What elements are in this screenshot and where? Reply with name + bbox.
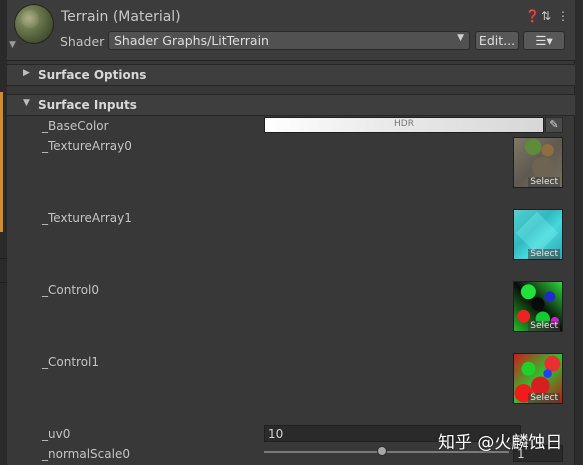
texture-array1-label: _TextureArray1 [42,211,132,225]
help-icon[interactable]: ❓ [525,9,540,23]
section-surface-options[interactable]: ▶ Surface Options [7,64,575,86]
texture-select-button[interactable]: Select [528,321,560,331]
texture-select-button[interactable]: Select [528,393,560,403]
more-icon[interactable]: ⋮ [557,9,569,23]
hdr-badge: HDR [394,119,414,129]
texture-array0-label: _TextureArray0 [42,139,132,153]
control0-label: _Control0 [42,283,100,297]
shader-dropdown[interactable]: Shader Graphs/LitTerrain ▼ [108,31,470,50]
preset-icon[interactable]: ⇅ [541,9,551,23]
texture-array0-slot[interactable]: Select [513,137,563,188]
texture-select-button[interactable]: Select [528,177,560,187]
hierarchy-edge [0,0,7,465]
section-label: Surface Inputs [38,98,137,112]
texture-array1-slot[interactable]: Select [513,209,563,260]
shader-label: Shader [60,34,105,49]
material-title: Terrain (Material) [61,9,181,25]
divider [0,258,7,259]
dropdown-arrow-icon[interactable]: ▼ [9,40,16,50]
normal-scale0-slider-handle[interactable] [376,446,387,456]
chevron-down-icon: ▼ [23,98,30,108]
control1-slot[interactable]: Select [513,353,563,404]
uv0-value: 10 [268,427,284,441]
section-label: Surface Options [38,68,147,82]
control1-label: _Control1 [42,355,100,369]
control0-slot[interactable]: Select [513,281,563,332]
section-surface-inputs[interactable]: ▼ Surface Inputs [7,94,575,116]
watermark: 知乎 @火麟蚀日 [438,433,563,453]
texture-select-button[interactable]: Select [528,249,560,259]
list-icon: ☰▾ [535,33,553,48]
shader-value: Shader Graphs/LitTerrain [114,33,269,48]
base-color-label: _BaseColor [42,119,109,133]
eyedropper-icon[interactable]: ✎ [545,117,563,133]
base-color-field[interactable]: HDR [264,117,544,133]
dropdown-arrow-icon: ▼ [457,33,464,43]
scrollbar[interactable] [574,0,583,465]
normal-scale0-label: _normalScale0 [42,447,130,461]
divider [0,282,7,283]
uv0-label: _uv0 [42,427,71,441]
selection-highlight [0,92,3,232]
list-menu-button[interactable]: ☰▾ [523,31,565,50]
material-preview-thumbnail[interactable] [14,4,54,44]
edit-shader-button[interactable]: Edit... [475,31,519,50]
chevron-right-icon: ▶ [23,68,30,78]
